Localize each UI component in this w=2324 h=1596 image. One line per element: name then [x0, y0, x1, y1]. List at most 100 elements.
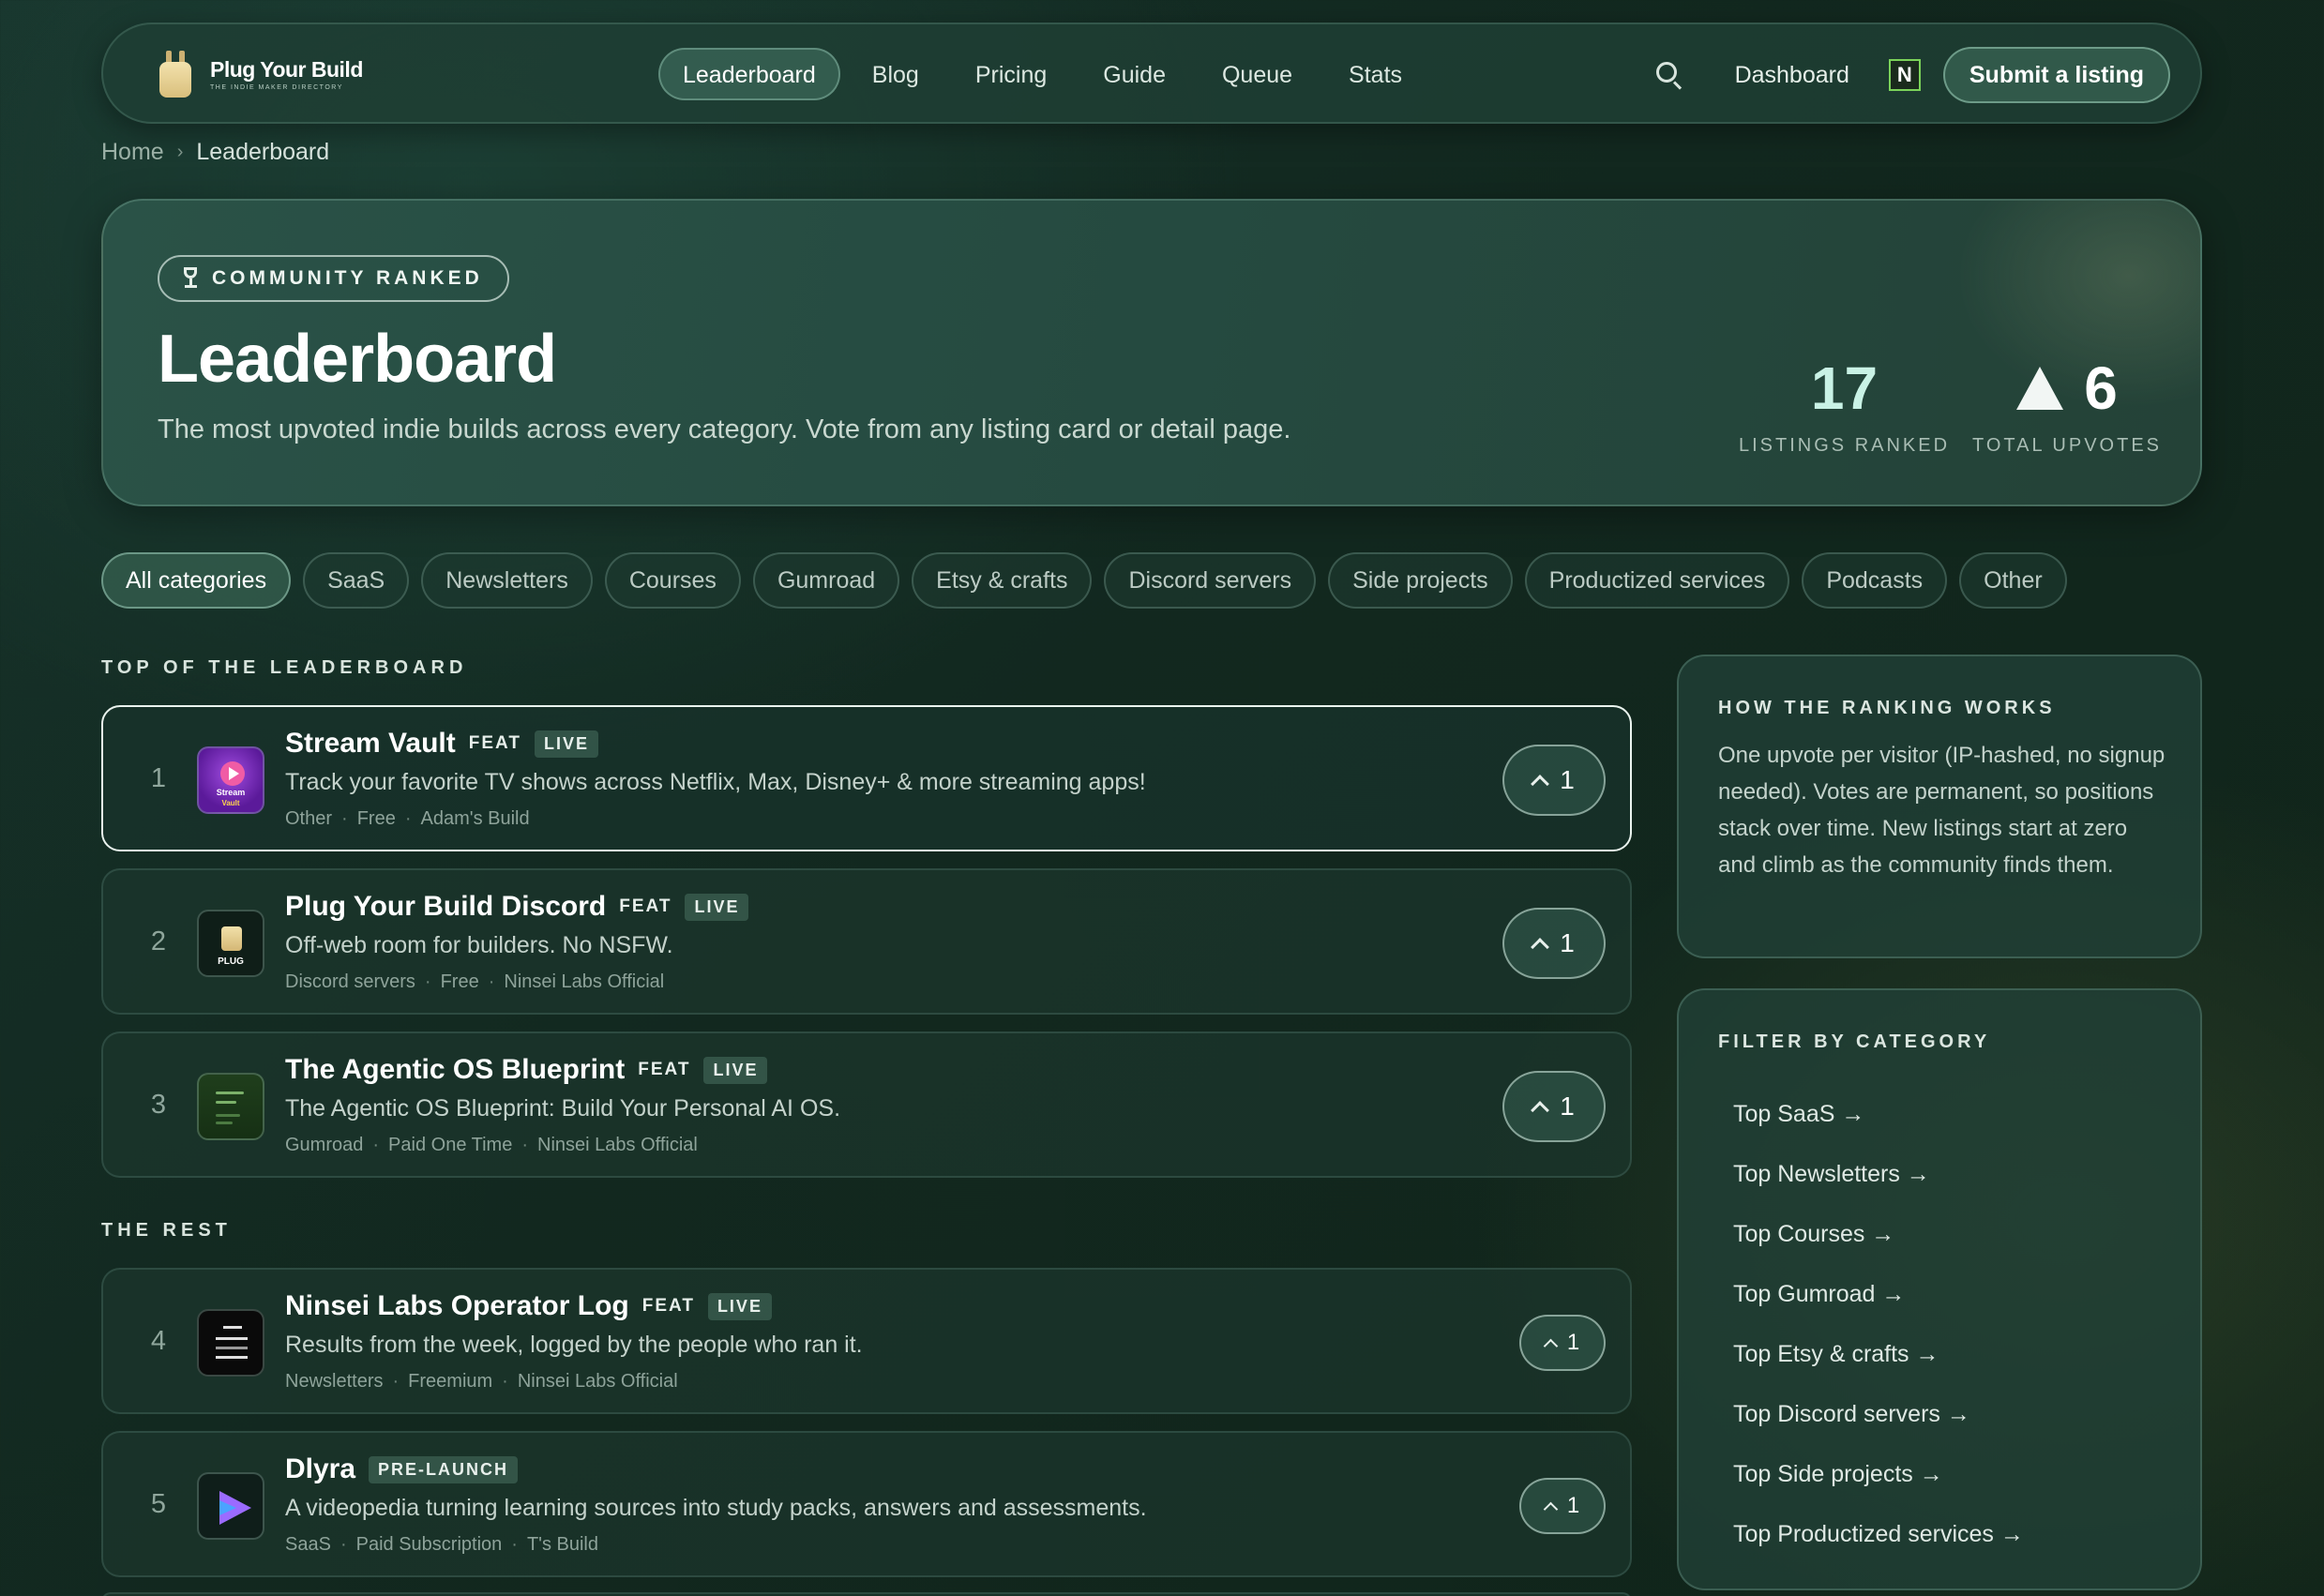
stat-value: 17	[1810, 354, 1879, 422]
listing-description: The Agentic OS Blueprint: Build Your Per…	[285, 1095, 841, 1122]
listing-card-partial	[101, 1592, 1632, 1596]
chevron-up-icon	[1531, 1100, 1550, 1120]
stat-value: 6	[2084, 354, 2118, 422]
upvote-button[interactable]: 1	[1502, 1071, 1606, 1142]
listing-category: Other	[285, 808, 333, 829]
listing-title[interactable]: The Agentic OS Blueprint	[285, 1054, 625, 1086]
listing-pricing: Freemium	[408, 1371, 493, 1392]
filter-link-etsy-crafts[interactable]: Top Etsy & crafts →	[1733, 1324, 2024, 1384]
listing-thumbnail: PLUG	[197, 910, 264, 977]
chip-productized-services[interactable]: Productized services	[1524, 552, 1790, 609]
listing-meta: Other · Free · Adam's Build	[285, 808, 530, 829]
chip-other[interactable]: Other	[1959, 552, 2067, 609]
ranking-info-card: HOW THE RANKING WORKS One upvote per vis…	[1677, 655, 2202, 958]
search-icon[interactable]	[1654, 60, 1684, 90]
listing-thumbnail	[197, 1073, 264, 1140]
listing-title[interactable]: Plug Your Build Discord	[285, 891, 606, 923]
page-title: Leaderboard	[158, 322, 557, 397]
chip-discord-servers[interactable]: Discord servers	[1104, 552, 1317, 609]
chip-gumroad[interactable]: Gumroad	[752, 552, 900, 609]
listing-rank: 2	[150, 926, 167, 956]
breadcrumb: Home › Leaderboard	[101, 139, 329, 166]
listing-maker: Ninsei Labs Official	[537, 1135, 698, 1155]
listing-rank: 5	[150, 1489, 167, 1519]
submit-listing-button[interactable]: Submit a listing	[1942, 47, 2170, 103]
filter-link-discord-servers[interactable]: Top Discord servers →	[1733, 1384, 2024, 1444]
listing-description: A videopedia turning learning sources in…	[285, 1495, 1147, 1521]
listing-meta: SaaS · Paid Subscription · T's Build	[285, 1534, 599, 1555]
chip-side-projects[interactable]: Side projects	[1328, 552, 1513, 609]
status-badge: LIVE	[534, 730, 598, 758]
dashboard-link[interactable]: Dashboard	[1735, 62, 1849, 89]
thumbnail-text: Vault	[221, 799, 240, 807]
upvote-button[interactable]: 1	[1519, 1315, 1606, 1371]
section-heading-rest: THE REST	[101, 1220, 232, 1241]
listing-description: Results from the week, logged by the peo…	[285, 1332, 863, 1358]
listing-card[interactable]: 5 Dlyra PRE-LAUNCH A videopedia turning …	[101, 1431, 1632, 1577]
listing-rank: 3	[150, 1090, 167, 1120]
breadcrumb-home[interactable]: Home	[101, 139, 164, 166]
listing-card[interactable]: 1 Stream Vault Stream Vault FEAT LIVE Tr…	[101, 705, 1632, 851]
top-navbar: Plug Your Build THE INDIE MAKER DIRECTOR…	[101, 23, 2202, 124]
filter-link-side-projects[interactable]: Top Side projects →	[1733, 1444, 2024, 1504]
breadcrumb-separator-icon: ›	[176, 142, 184, 162]
listing-title[interactable]: Ninsei Labs Operator Log	[285, 1290, 629, 1322]
listing-card[interactable]: 2 PLUG Plug Your Build Discord FEAT LIVE…	[101, 868, 1632, 1015]
brand-logo-link[interactable]: Plug Your Build THE INDIE MAKER DIRECTOR…	[152, 49, 363, 99]
listing-title[interactable]: Dlyra	[285, 1453, 355, 1485]
listing-rank: 4	[150, 1326, 167, 1356]
filter-link-productized-services[interactable]: Top Productized services →	[1733, 1504, 2024, 1564]
status-badge: LIVE	[707, 1292, 772, 1320]
chevron-up-icon	[1543, 1501, 1559, 1516]
upvote-button[interactable]: 1	[1502, 908, 1606, 979]
listing-rank: 1	[150, 763, 167, 793]
listing-meta: Newsletters · Freemium · Ninsei Labs Offic…	[285, 1371, 678, 1392]
listing-thumbnail: Stream Vault	[197, 746, 264, 814]
chip-newsletters[interactable]: Newsletters	[421, 552, 593, 609]
listing-category: Gumroad	[285, 1135, 364, 1155]
chip-saas[interactable]: SaaS	[303, 552, 410, 609]
listing-category: SaaS	[285, 1534, 331, 1555]
nav-blog[interactable]: Blog	[848, 48, 943, 100]
nav-leaderboard[interactable]: Leaderboard	[658, 48, 840, 100]
listing-pricing: Paid Subscription	[355, 1534, 503, 1555]
ranking-heading: HOW THE RANKING WORKS	[1718, 698, 2056, 718]
chip-podcasts[interactable]: Podcasts	[1802, 552, 1948, 609]
chevron-up-icon	[1543, 1338, 1559, 1353]
main-nav: Leaderboard Blog Pricing Guide Queue Sta…	[658, 48, 1434, 100]
community-ranked-pill: COMMUNITY RANKED	[158, 255, 509, 302]
nav-guide[interactable]: Guide	[1079, 48, 1190, 100]
listing-maker: Ninsei Labs Official	[504, 971, 665, 992]
page-subtitle: The most upvoted indie builds across eve…	[158, 414, 1291, 444]
vote-count: 1	[1560, 765, 1575, 794]
status-badge: PRE-LAUNCH	[369, 1455, 519, 1483]
upvote-triangle-icon	[2016, 367, 2064, 410]
notion-icon[interactable]: N	[1888, 59, 1921, 91]
filter-link-saas[interactable]: Top SaaS →	[1733, 1084, 2024, 1144]
listing-card[interactable]: 4 Ninsei Labs Operator Log FEAT LIVE Res…	[101, 1268, 1632, 1414]
category-filter-card: FILTER BY CATEGORY Top SaaS → Top Newsle…	[1677, 988, 2202, 1590]
chevron-up-icon	[1531, 937, 1550, 956]
listing-maker: T's Build	[526, 1534, 599, 1555]
nav-stats[interactable]: Stats	[1324, 48, 1426, 100]
chip-courses[interactable]: Courses	[604, 552, 741, 609]
filter-link-newsletters[interactable]: Top Newsletters →	[1733, 1144, 2024, 1204]
chip-etsy-crafts[interactable]: Etsy & crafts	[912, 552, 1093, 609]
filter-heading: FILTER BY CATEGORY	[1718, 1031, 1991, 1052]
featured-badge: FEAT	[468, 733, 521, 753]
listing-title[interactable]: Stream Vault	[285, 728, 456, 760]
status-badge: LIVE	[685, 893, 749, 921]
featured-badge: FEAT	[638, 1060, 691, 1079]
upvote-button[interactable]: 1	[1502, 745, 1606, 816]
section-heading-top: TOP OF THE LEADERBOARD	[101, 657, 468, 678]
thumbnail-text: PLUG	[218, 956, 244, 967]
filter-link-gumroad[interactable]: Top Gumroad →	[1733, 1264, 2024, 1324]
vote-count: 1	[1560, 928, 1575, 957]
nav-pricing[interactable]: Pricing	[951, 48, 1071, 100]
filter-link-courses[interactable]: Top Courses →	[1733, 1204, 2024, 1264]
listing-pricing: Free	[356, 808, 396, 829]
chip-all-categories[interactable]: All categories	[101, 552, 292, 609]
listing-card[interactable]: 3 The Agentic OS Blueprint FEAT LIVE The…	[101, 1031, 1632, 1178]
nav-queue[interactable]: Queue	[1198, 48, 1317, 100]
upvote-button[interactable]: 1	[1519, 1478, 1606, 1534]
